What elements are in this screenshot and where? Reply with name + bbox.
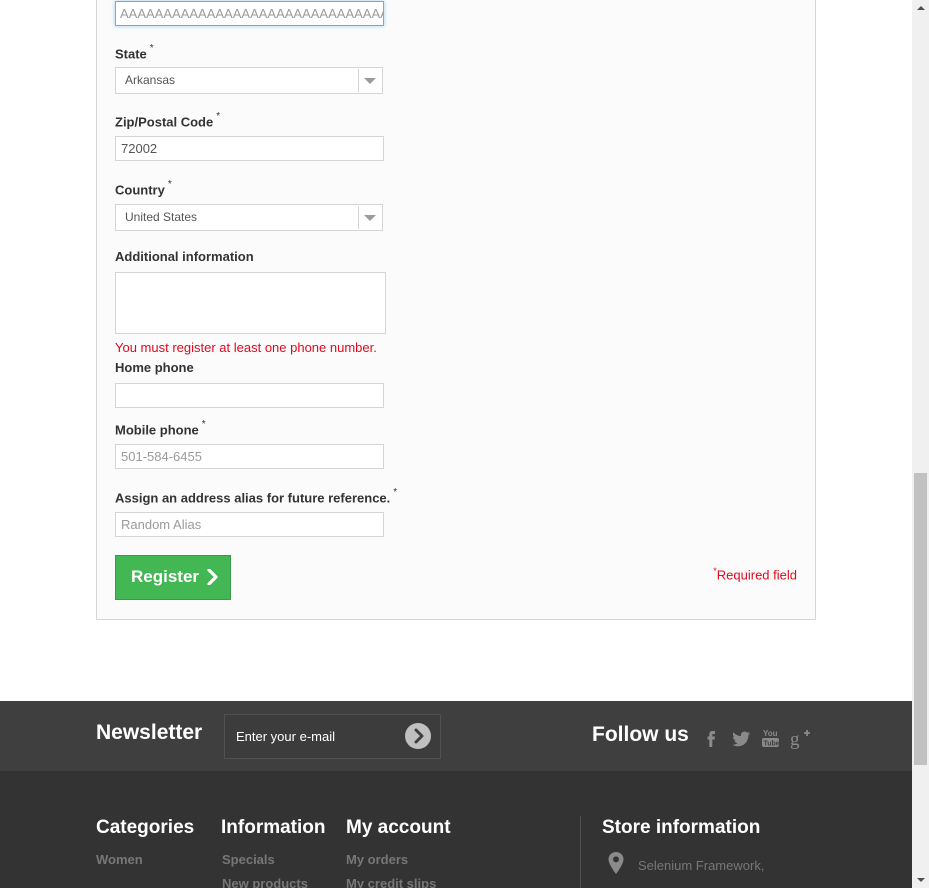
- follow-us-title: Follow us: [592, 723, 689, 746]
- svg-text:g: g: [790, 729, 800, 749]
- state-selected-value: Arkansas: [125, 73, 176, 87]
- chevron-down-icon: [364, 78, 376, 84]
- required-mark: *: [149, 43, 154, 54]
- triangle-up-icon: [917, 6, 925, 10]
- chevron-right-icon: [207, 569, 218, 585]
- vertical-scrollbar[interactable]: [912, 0, 929, 888]
- facebook-icon[interactable]: [700, 727, 722, 749]
- phone-error-message: You must register at least one phone num…: [115, 340, 377, 355]
- scrollbar-thumb[interactable]: [914, 473, 927, 765]
- mobile-phone-label-text: Mobile phone: [115, 422, 199, 438]
- newsletter-band: Newsletter Enter your e-mail Follow us Y…: [0, 701, 912, 771]
- additional-info-textarea[interactable]: [115, 272, 386, 334]
- additional-info-label: Additional information: [115, 249, 254, 264]
- page: AAAAAAAAAAAAAAAAAAAAAAAAAAAAAAAAAAAAAAAA…: [0, 0, 912, 888]
- mobile-phone-input[interactable]: 501-584-6455: [115, 444, 384, 469]
- footer-information-title: Information: [221, 817, 326, 838]
- required-field-note: *Required field: [713, 566, 797, 582]
- register-button-label: Register: [131, 567, 200, 586]
- zip-input[interactable]: 72002: [115, 136, 384, 161]
- country-selected-value: United States: [125, 210, 198, 224]
- arrow-right-icon: [414, 728, 424, 744]
- alias-input[interactable]: Random Alias: [115, 512, 384, 537]
- required-field-text: Required field: [716, 567, 797, 583]
- zip-label-text: Zip/Postal Code: [115, 114, 214, 130]
- state-select[interactable]: Arkansas: [115, 67, 383, 94]
- alias-label-text: Assign an address alias for future refer…: [115, 490, 391, 506]
- required-mark: *: [201, 419, 206, 430]
- footer-store-title: Store information: [602, 817, 761, 838]
- state-dropdown-button[interactable]: [358, 69, 381, 92]
- google-plus-icon[interactable]: g: [790, 727, 812, 749]
- chevron-down-icon: [364, 215, 376, 221]
- svg-text:You: You: [763, 729, 778, 738]
- home-phone-label-text: Home phone: [115, 360, 194, 375]
- state-label-text: State: [115, 46, 147, 62]
- country-label-text: Country: [115, 182, 165, 198]
- footer-link-women[interactable]: Women: [96, 852, 143, 867]
- triangle-down-icon: [917, 878, 925, 882]
- mobile-phone-label: Mobile phone *: [115, 419, 206, 438]
- footer: Categories Women Information Specials Ne…: [0, 771, 912, 888]
- address-input[interactable]: AAAAAAAAAAAAAAAAAAAAAAAAAAAAAAAAAAAAAAAA: [115, 1, 384, 26]
- footer-categories-title: Categories: [96, 817, 195, 838]
- country-select[interactable]: United States: [115, 204, 383, 231]
- home-phone-label: Home phone: [115, 360, 194, 375]
- additional-info-label-text: Additional information: [115, 249, 254, 264]
- footer-link-specials[interactable]: Specials: [222, 852, 275, 867]
- required-mark: *: [167, 179, 172, 190]
- svg-text:Tube: Tube: [764, 741, 780, 748]
- newsletter-title: Newsletter: [96, 721, 203, 744]
- footer-link-my-credit-slips[interactable]: My credit slips: [346, 876, 436, 888]
- footer-divider: [580, 816, 581, 888]
- zip-label: Zip/Postal Code *: [115, 111, 221, 130]
- country-label: Country *: [115, 179, 172, 198]
- alias-label: Assign an address alias for future refer…: [115, 487, 398, 506]
- scroll-up-button[interactable]: [912, 0, 929, 17]
- country-dropdown-button[interactable]: [358, 206, 381, 229]
- newsletter-submit-button[interactable]: [405, 723, 431, 749]
- state-label: State *: [115, 43, 154, 62]
- scroll-down-button[interactable]: [912, 871, 929, 888]
- footer-my-account-title: My account: [346, 817, 451, 838]
- twitter-icon[interactable]: [730, 727, 752, 749]
- register-button[interactable]: Register: [115, 555, 231, 600]
- home-phone-input[interactable]: [115, 383, 384, 408]
- map-marker-icon: [608, 852, 624, 874]
- required-mark: *: [393, 487, 398, 498]
- footer-link-new-products[interactable]: New products: [222, 876, 308, 888]
- store-address: Selenium Framework,: [638, 858, 765, 873]
- youtube-icon[interactable]: You Tube: [760, 727, 782, 749]
- required-mark: *: [216, 111, 221, 122]
- footer-link-my-orders[interactable]: My orders: [346, 852, 408, 867]
